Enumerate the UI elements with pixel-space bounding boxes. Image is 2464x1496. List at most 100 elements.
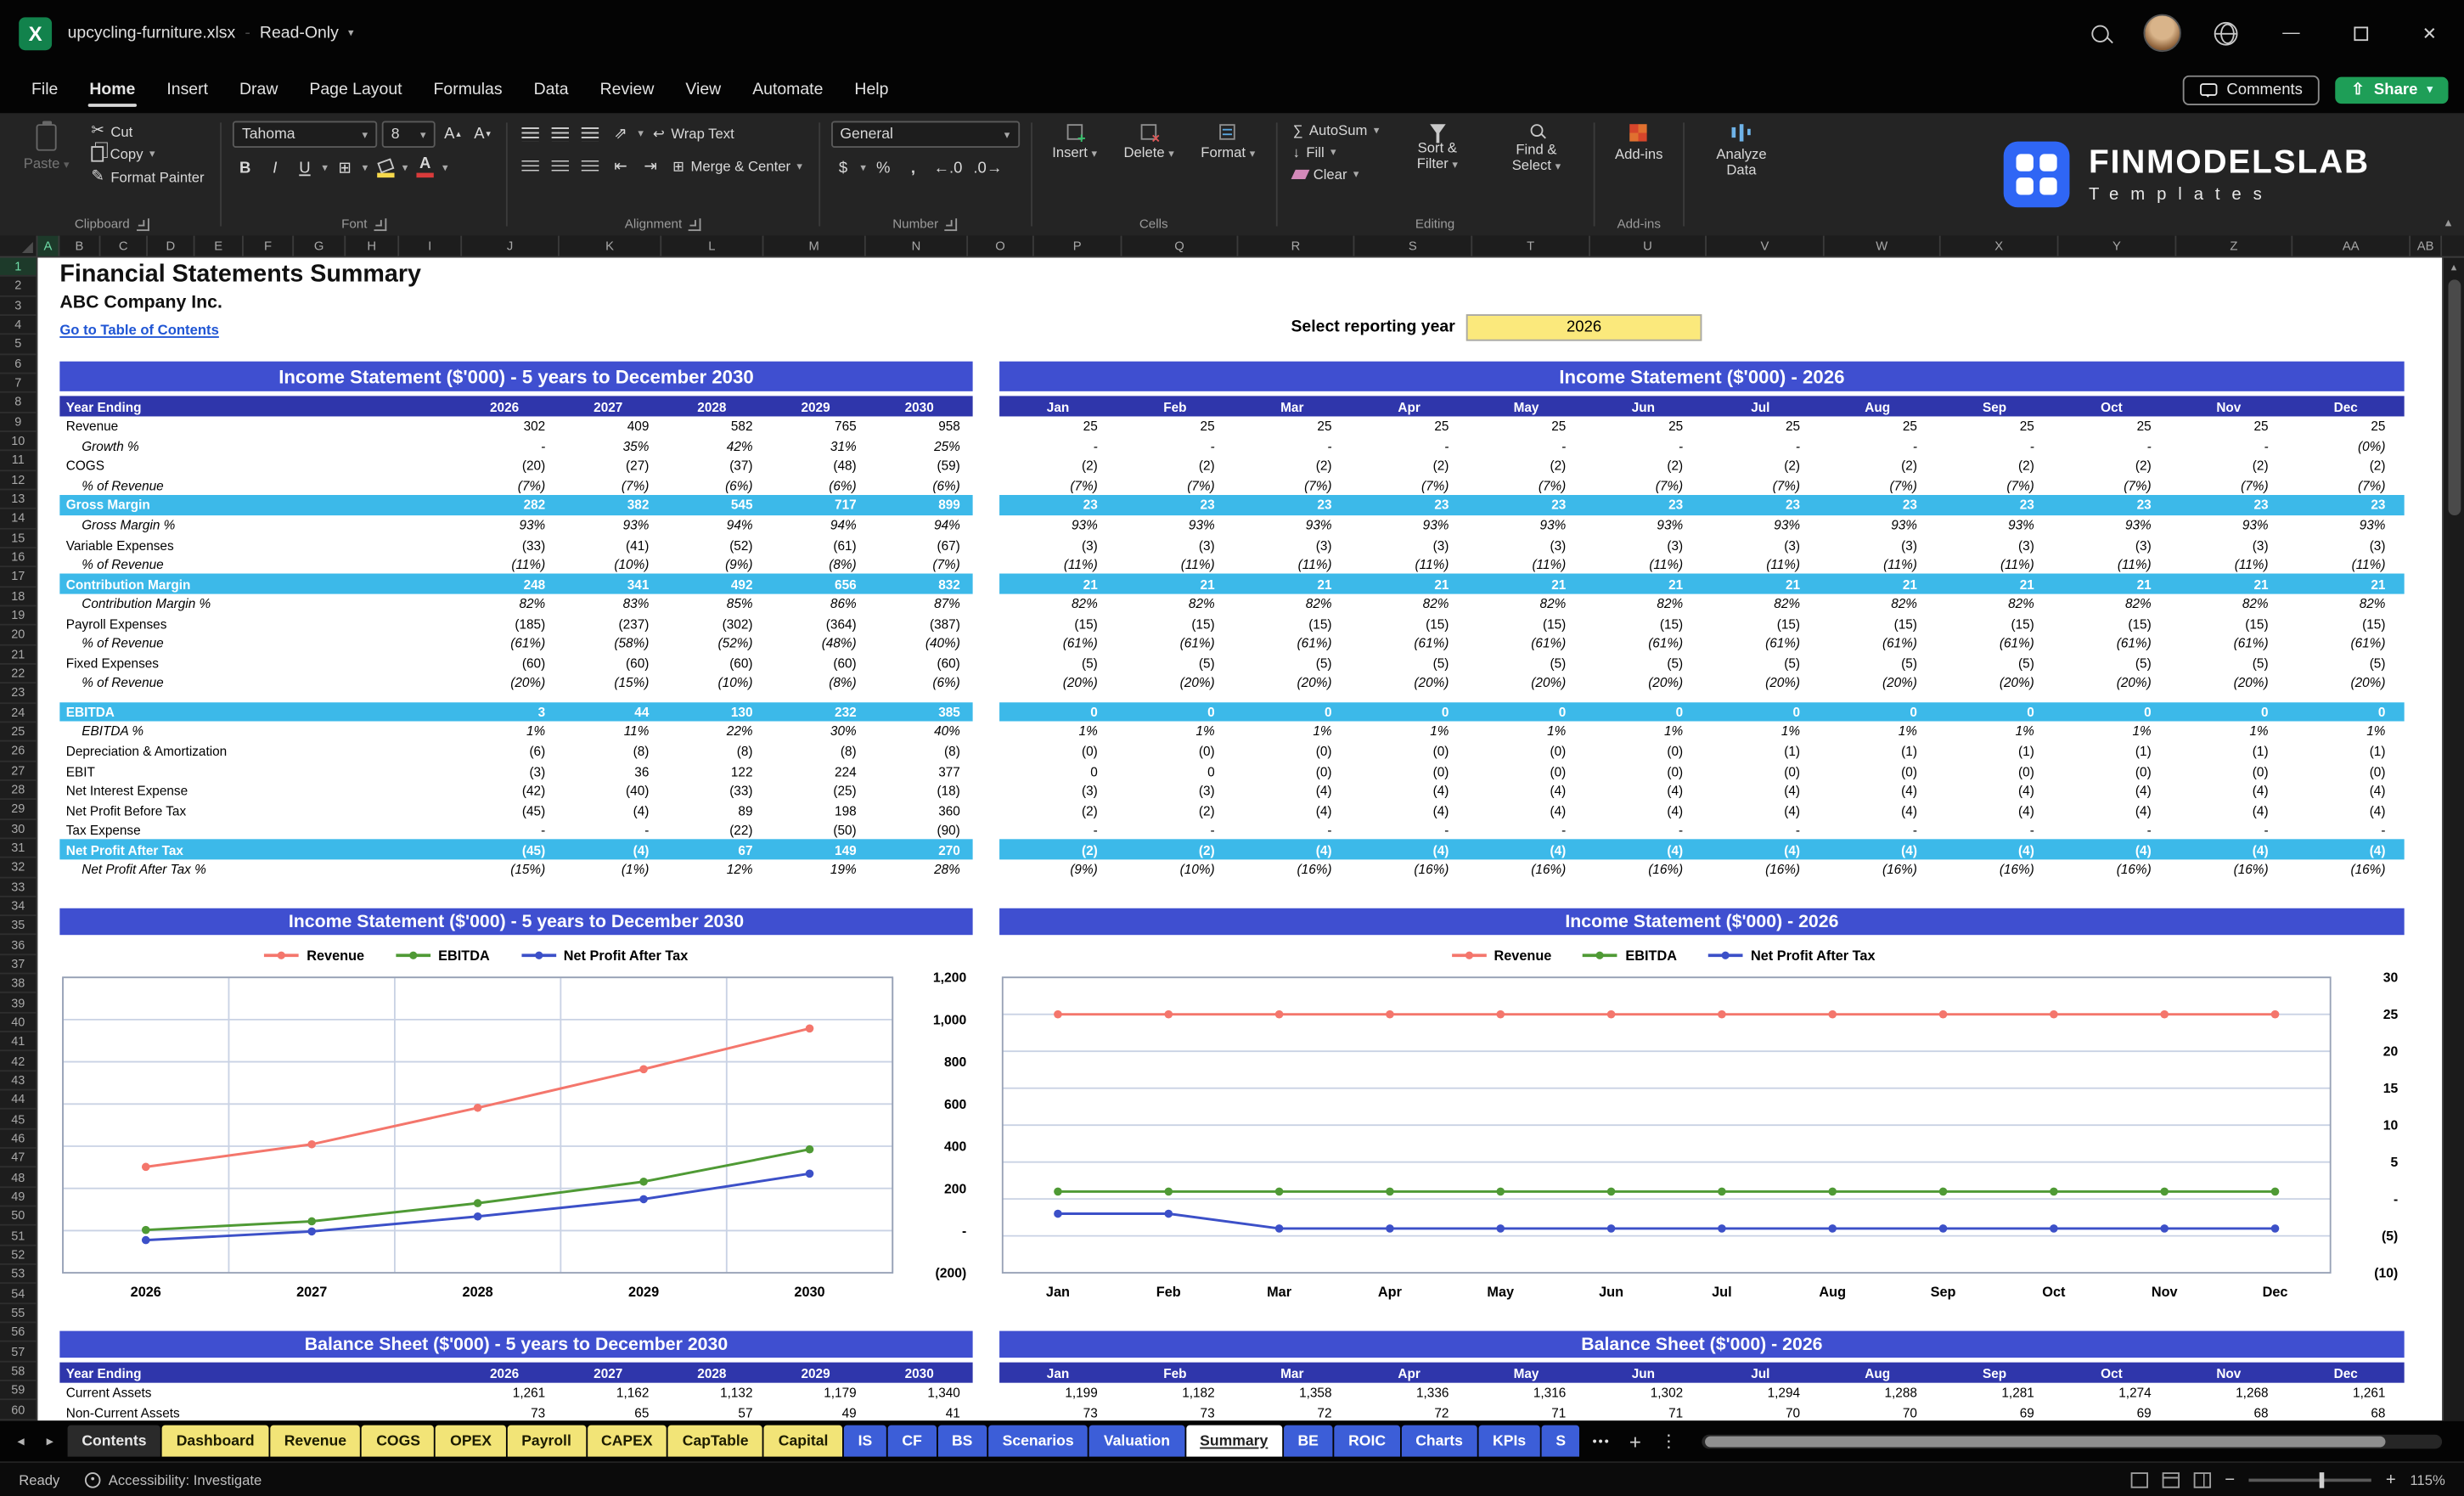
cell[interactable]: (61%) (999, 635, 1117, 651)
cell[interactable]: 25 (2170, 419, 2287, 435)
cell[interactable]: 23 (1234, 498, 1351, 514)
font-size-select[interactable]: 8 ▾ (381, 121, 436, 148)
page-layout-view-icon[interactable] (2162, 1471, 2180, 1488)
cell[interactable]: (2) (1117, 842, 1234, 858)
cell[interactable]: (3) (999, 783, 1117, 799)
cell[interactable]: 82% (453, 596, 556, 612)
sheet-nav-left-icon[interactable]: ◂ (9, 1432, 32, 1449)
cell[interactable]: 232 (763, 704, 867, 720)
cell[interactable]: - (1117, 822, 1234, 838)
cell[interactable]: (61%) (1234, 635, 1351, 651)
decrease-indent-button[interactable]: ⇤ (608, 154, 633, 179)
row-header-31[interactable]: 31 (0, 839, 37, 858)
cell[interactable]: (0) (1468, 743, 1585, 759)
cell[interactable]: 73 (453, 1404, 556, 1420)
middle-align-button[interactable] (548, 121, 574, 147)
cell[interactable]: 25 (1351, 419, 1468, 435)
cell[interactable]: 1,340 (868, 1385, 971, 1401)
cell[interactable]: (7%) (453, 477, 556, 493)
cell[interactable]: 93% (999, 517, 1117, 533)
cell[interactable]: 65 (556, 1404, 660, 1420)
row-header-32[interactable]: 32 (0, 858, 37, 878)
cell[interactable]: 3 (453, 704, 556, 720)
cell[interactable]: (5) (1584, 655, 1702, 671)
cell[interactable]: (15%) (453, 862, 556, 878)
sheet-tab-capex[interactable]: CAPEX (587, 1425, 667, 1457)
collapse-ribbon-icon[interactable]: ▴ (2445, 216, 2451, 230)
cell[interactable]: (4) (1819, 842, 1936, 858)
period-header-nov[interactable]: Nov (2170, 398, 2287, 414)
cell[interactable]: 93% (2053, 517, 2170, 533)
cell[interactable]: (3) (1234, 537, 1351, 553)
cell[interactable]: 492 (660, 576, 763, 593)
cell[interactable]: 87% (868, 596, 971, 612)
row-header-37[interactable]: 37 (0, 955, 37, 975)
cell[interactable]: 23 (999, 498, 1117, 514)
cell[interactable]: 85% (660, 596, 763, 612)
cell[interactable]: (2) (1702, 458, 1819, 474)
cell[interactable]: (7%) (1351, 477, 1468, 493)
cell[interactable]: 25 (1234, 419, 1351, 435)
zoom-in-button[interactable]: + (2386, 1470, 2396, 1488)
cell[interactable]: 0 (1819, 704, 1936, 720)
column-header-V[interactable]: V (1707, 235, 1825, 256)
period-header-aug[interactable]: Aug (1819, 1364, 1936, 1381)
cell[interactable]: (5) (2170, 655, 2287, 671)
period-header-2030[interactable]: 2030 (868, 1364, 971, 1381)
cell[interactable]: (3) (1819, 537, 1936, 553)
increase-decimal-button[interactable]: ←.0 (931, 155, 965, 181)
row-header-46[interactable]: 46 (0, 1129, 37, 1150)
fill-button[interactable]: ↓ Fill ▾ (1288, 143, 1384, 161)
cell[interactable]: (4) (1702, 802, 1819, 818)
font-dialog-launcher-icon[interactable] (373, 217, 386, 231)
cell[interactable]: 0 (1234, 704, 1351, 720)
cell[interactable]: (15) (2287, 616, 2405, 632)
cell[interactable]: 0 (1936, 704, 2053, 720)
cell[interactable]: (11%) (453, 556, 556, 572)
analyze-data-button[interactable]: Analyze Data (1696, 121, 1786, 183)
cell[interactable]: 25 (1702, 419, 1819, 435)
sheet-tab-scenarios[interactable]: Scenarios (987, 1425, 1089, 1457)
cell[interactable]: 1,358 (1234, 1385, 1351, 1401)
decrease-decimal-button[interactable]: .0→ (970, 155, 1005, 181)
column-header-S[interactable]: S (1354, 235, 1473, 256)
worksheet[interactable]: Financial Statements Summary ABC Company… (37, 257, 2443, 1421)
menu-help[interactable]: Help (839, 70, 904, 108)
cell[interactable]: (0) (2287, 763, 2405, 779)
period-header-jul[interactable]: Jul (1702, 398, 1819, 414)
cell[interactable]: (5) (1468, 655, 1585, 671)
cell[interactable]: (61%) (453, 635, 556, 651)
cell[interactable]: (16%) (1234, 862, 1351, 878)
cell[interactable]: (18) (868, 783, 971, 799)
cell[interactable]: (5) (2053, 655, 2170, 671)
period-header-feb[interactable]: Feb (1117, 1364, 1234, 1381)
cell[interactable]: - (2053, 438, 2170, 454)
zoom-slider-thumb[interactable] (2320, 1471, 2326, 1488)
cell[interactable]: 25 (1819, 419, 1936, 435)
cell[interactable]: 82% (1234, 596, 1351, 612)
row-header-43[interactable]: 43 (0, 1071, 37, 1091)
cell[interactable]: (25) (763, 783, 867, 799)
title-dropdown-icon[interactable]: ▾ (348, 26, 354, 39)
row-header-56[interactable]: 56 (0, 1323, 37, 1343)
cell[interactable]: (20%) (453, 675, 556, 691)
cell[interactable]: 899 (868, 498, 971, 514)
cell[interactable]: (4) (1468, 783, 1585, 799)
menu-page-layout[interactable]: Page Layout (294, 70, 418, 108)
cell[interactable]: - (1351, 438, 1468, 454)
clear-button[interactable]: Clear ▾ (1288, 165, 1384, 183)
column-header-M[interactable]: M (763, 235, 866, 256)
cell[interactable]: (20%) (1584, 675, 1702, 691)
cell[interactable]: (4) (1936, 842, 2053, 858)
row-header-4[interactable]: 4 (0, 316, 37, 335)
sheet-tab-charts[interactable]: Charts (1401, 1425, 1477, 1457)
number-format-select[interactable]: General ▾ (830, 121, 1020, 148)
period-header-dec[interactable]: Dec (2287, 1364, 2405, 1381)
row-header-54[interactable]: 54 (0, 1285, 37, 1304)
cell[interactable]: - (999, 822, 1117, 838)
period-header-apr[interactable]: Apr (1351, 1364, 1468, 1381)
cell[interactable]: (0) (1702, 763, 1819, 779)
cell[interactable]: (3) (2053, 537, 2170, 553)
cell[interactable]: (4) (1819, 802, 1936, 818)
period-header-2026[interactable]: 2026 (453, 398, 556, 414)
